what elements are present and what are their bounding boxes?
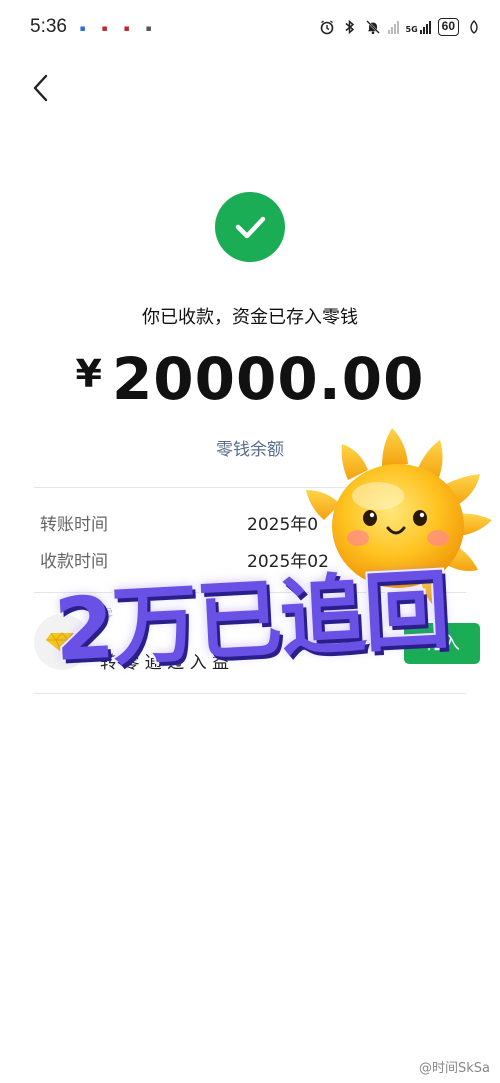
mute-bell-icon (365, 19, 381, 35)
status-bar: 5:36 ▪ ▪ ▪ ▪ 5G 60 (0, 0, 500, 56)
leaf-icon (466, 19, 482, 35)
app-notification-icon-3: ▪ (123, 23, 130, 34)
app-notification-icon-2: ▪ (101, 23, 108, 34)
signal-strength-icon-1 (387, 20, 399, 34)
notification-icons: ▪ ▪ ▪ ▪ (76, 22, 155, 35)
watermark: @时间SkSa (419, 1061, 490, 1076)
detail-label: 转账时间 (40, 515, 108, 535)
alarm-icon (319, 19, 335, 35)
network-type-label: 5G (405, 25, 418, 34)
app-notification-icon-4: ▪ (145, 23, 152, 34)
overlay-caption: 2万已追回 (50, 558, 453, 682)
back-button[interactable] (28, 72, 58, 104)
app-notification-icon-1: ▪ (79, 23, 86, 34)
currency-symbol: ¥ (75, 352, 102, 396)
chevron-left-icon (33, 74, 48, 102)
check-circle-icon (215, 192, 285, 262)
amount-value: 20000.00 (111, 345, 425, 413)
bluetooth-icon (342, 19, 358, 35)
signal-strength-icon-2 (419, 20, 431, 34)
system-status-icons: 5G 60 (319, 18, 483, 36)
status-time: 5:36 (30, 16, 67, 37)
success-message: 你已收款，资金已存入零钱 (142, 307, 358, 328)
amount: ¥20000.00 (0, 345, 500, 413)
divider (34, 693, 466, 694)
battery-level: 60 (437, 18, 459, 36)
